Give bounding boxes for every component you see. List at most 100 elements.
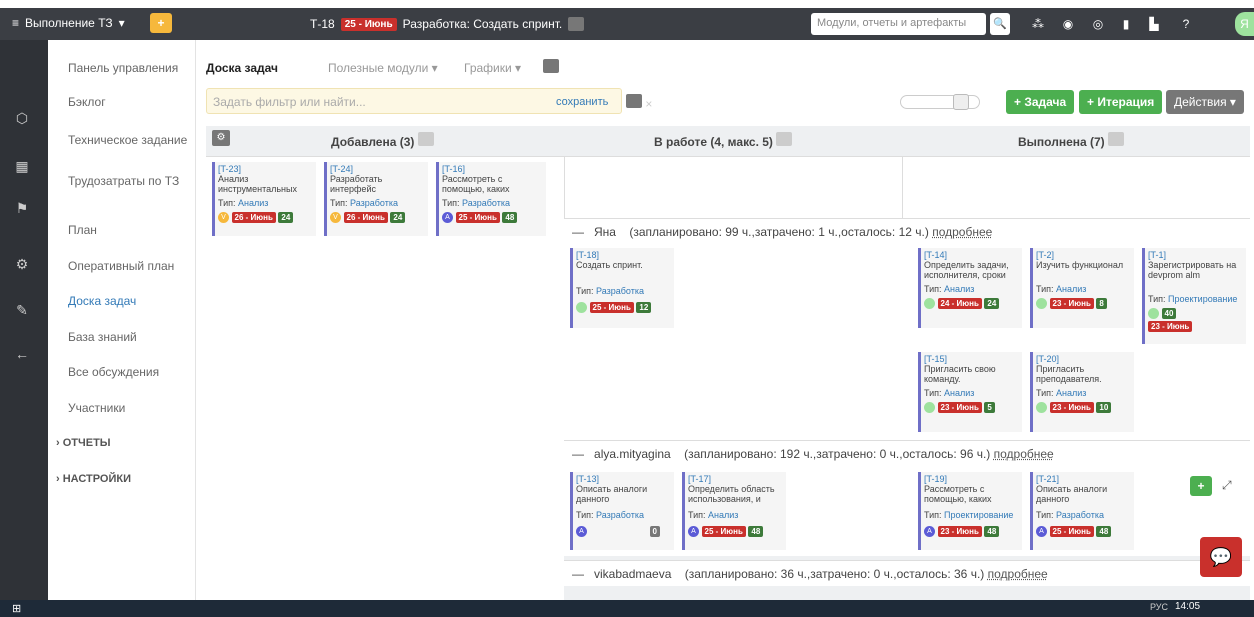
card-id[interactable]: [T-20] [1036,354,1131,364]
project-menu[interactable]: ≡ Выполнение ТЗ ▾ [12,16,125,30]
card-type[interactable]: Разработка [1056,510,1104,520]
column-menu-button[interactable] [776,132,793,146]
modules-icon[interactable]: ⁂ [1030,17,1046,31]
card-type[interactable]: Разработка [462,198,510,208]
card-id[interactable]: [T-19] [924,474,1019,484]
help-icon[interactable]: ? [1178,17,1194,31]
logo-icon[interactable]: ⬡ [12,110,32,130]
filter-options-button[interactable] [626,94,642,108]
task-card[interactable]: [T-21] Описать аналоги данного Тип: Разр… [1030,472,1134,550]
globe-icon[interactable]: ◉ [1060,17,1076,31]
card-type[interactable]: Анализ [944,284,974,294]
sidebar: Панель управления Бэклог Техническое зад… [48,40,196,600]
card-type[interactable]: Анализ [1056,284,1086,294]
sidebar-item-backlog[interactable]: Бэклог [68,95,106,109]
tab-charts[interactable]: Графики ▾ [464,61,521,75]
task-card[interactable]: [T-18] Создать спринт. Тип: Разработка 2… [570,248,674,328]
card-type[interactable]: Анализ [944,388,974,398]
gear-icon[interactable]: ⚙ [12,256,32,276]
user-avatar[interactable]: Я [1235,12,1254,36]
crumb-menu-button[interactable] [568,17,585,31]
card-type[interactable]: Проектирование [1168,294,1237,304]
card-id[interactable]: [T-14] [924,250,1019,260]
flag-icon[interactable]: ⚑ [12,200,32,220]
global-search-input[interactable]: Модули, отчеты и артефакты [811,13,986,35]
task-card[interactable]: [T-23] Анализ инструментальных Тип: Анал… [212,162,316,236]
sidebar-item-operplan[interactable]: Оперативный план [68,259,174,273]
tab-menu-button[interactable] [543,59,559,73]
swimlane-header[interactable]: — vikabadmaeva (запланировано: 36 ч.,зат… [564,560,1250,586]
add-card-button[interactable]: + [1190,476,1212,496]
chat-icon[interactable]: 💬 [1200,537,1242,577]
eye-icon[interactable]: ◎ [1090,17,1106,31]
sidebar-item-dashboard[interactable]: Панель управления [68,61,178,75]
card-type[interactable]: Разработка [350,198,398,208]
add-iteration-button[interactable]: + Итерация [1079,90,1163,114]
card-type[interactable]: Разработка [596,286,644,296]
task-card[interactable]: [T-19] Рассмотреть с помощью, каких Тип:… [918,472,1022,550]
card-type[interactable]: Анализ [1056,388,1086,398]
keyboard-icon[interactable]: ▦ [12,158,32,178]
tab-modules[interactable]: Полезные модули ▾ [328,61,438,75]
crumb-id[interactable]: Т-18 [310,17,335,31]
details-link[interactable]: подробнее [988,567,1048,581]
card-id[interactable]: [T-16] [442,164,543,174]
sidebar-item-effort[interactable]: Трудозатраты по ТЗ [68,174,179,188]
card-type[interactable]: Проектирование [944,510,1013,520]
sidebar-item-taskboard[interactable]: Доска задач [68,294,136,308]
swimlane-header[interactable]: — alya.mityagina (запланировано: 192 ч.,… [564,440,1250,466]
card-id[interactable]: [T-21] [1036,474,1131,484]
column-menu-button[interactable] [1108,132,1125,146]
sidebar-item-discussions[interactable]: Все обсуждения [68,365,159,379]
card-id[interactable]: [T-2] [1036,250,1131,260]
sidebar-item-spec[interactable]: Техническое задание [68,132,188,148]
card-type[interactable]: Анализ [238,198,268,208]
card-id[interactable]: [T-17] [688,474,783,484]
card-id[interactable]: [T-23] [218,164,313,174]
collapse-arrow-icon[interactable]: ← [12,346,32,366]
swimlane-header[interactable]: — Яна (запланировано: 99 ч.,затрачено: 1… [564,218,1250,244]
quick-add-button[interactable]: + [150,13,172,33]
details-link[interactable]: подробнее [994,447,1054,461]
sidebar-section-reports[interactable]: › ОТЧЕТЫ [56,437,111,449]
column-menu-button[interactable] [417,132,434,146]
save-filter-link[interactable]: сохранить [556,96,608,108]
task-card[interactable]: [T-17] Определить область использования,… [682,472,786,550]
task-card[interactable]: [T-14] Определить задачи, исполнителя, с… [918,248,1022,328]
windows-start-icon[interactable]: ⊞ [12,602,21,615]
language-indicator[interactable]: РУС [1150,602,1168,612]
card-id[interactable]: [T-18] [576,250,671,260]
details-link[interactable]: подробнее [932,225,992,239]
task-card[interactable]: [T-16] Рассмотреть с помощью, каких Тип:… [436,162,546,236]
sidebar-item-kb[interactable]: База знаний [68,330,137,344]
task-card[interactable]: [T-15] Пригласить свою команду. Тип: Ана… [918,352,1022,432]
search-icon[interactable]: 🔍 [990,13,1010,35]
tab-taskboard[interactable]: Доска задач [206,61,278,75]
sidebar-item-plan[interactable]: План [68,223,97,237]
card-id[interactable]: [T-13] [576,474,671,484]
file-icon[interactable]: ▙ [1146,17,1162,31]
crumb-title[interactable]: Разработка: Создать спринт. [403,17,563,31]
card-title: Рассмотреть с помощью, каких [442,174,510,194]
card-type[interactable]: Разработка [596,510,644,520]
slider-handle[interactable] [953,94,969,110]
zoom-slider[interactable] [900,94,980,110]
task-card[interactable]: [T-2] Изучить функционал Тип: Анализ 23 … [1030,248,1134,328]
card-id[interactable]: [T-1] [1148,250,1243,260]
actions-dropdown[interactable]: Действия ▾ [1166,90,1244,114]
task-card[interactable]: [T-24] Разработать интерфейс Тип: Разраб… [324,162,428,236]
card-id[interactable]: [T-24] [330,164,425,174]
pin-icon[interactable]: ⤢ [1222,478,1232,493]
card-id[interactable]: [T-15] [924,354,1019,364]
clear-filter-icon[interactable]: × [645,97,652,111]
board-settings-icon[interactable]: ⚙ [212,130,230,146]
sidebar-section-settings[interactable]: › НАСТРОЙКИ [56,473,131,485]
wrench-icon[interactable]: ✎ [12,302,32,322]
card-type[interactable]: Анализ [708,510,738,520]
task-card[interactable]: [T-20] Пригласить преподавателя. Тип: Ан… [1030,352,1134,432]
task-card[interactable]: [T-1] Зарегистрировать на devprom alm Ти… [1142,248,1246,344]
add-task-button[interactable]: + Задача [1006,90,1075,114]
sidebar-item-participants[interactable]: Участники [68,401,125,415]
doc-icon[interactable]: ▮ [1118,17,1134,31]
task-card[interactable]: [T-13] Описать аналоги данного Тип: Разр… [570,472,674,550]
